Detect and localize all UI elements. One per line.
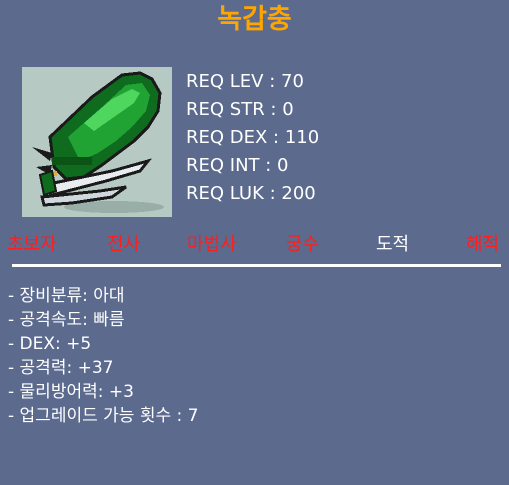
option-dex: - DEX: +5 (8, 334, 92, 354)
req-int: REQ INT : 0 (186, 155, 289, 176)
job-bowman: 궁수 (286, 234, 320, 255)
option-defense: - 물리방어력: +3 (8, 382, 134, 402)
job-pirate: 해적 (466, 234, 500, 255)
req-dex: REQ DEX : 110 (186, 127, 320, 148)
item-options: - 장비분류: 아대 - 공격속도: 빠름 - DEX: +5 - 공격력: +… (8, 284, 198, 428)
job-magician: 마법사 (187, 234, 237, 255)
job-beginner: 초보자 (7, 234, 57, 255)
job-thief: 도적 (376, 234, 410, 255)
divider (12, 264, 501, 267)
req-level: REQ LEV : 70 (186, 71, 304, 92)
option-attack-speed: - 공격속도: 빠름 (8, 310, 125, 330)
req-str: REQ STR : 0 (186, 99, 294, 120)
item-name: 녹갑충 (217, 4, 292, 35)
option-category: - 장비분류: 아대 (8, 286, 125, 306)
job-list: 초보자 전사 마법사 궁수 도적 해적 (0, 232, 509, 258)
option-attack: - 공격력: +37 (8, 358, 114, 378)
option-upgrade-slots: - 업그레이드 가능 횟수 : 7 (8, 406, 199, 426)
req-luk: REQ LUK : 200 (186, 183, 316, 204)
requirements-panel: REQ LEV : 70 REQ STR : 0 REQ DEX : 110 R… (186, 68, 319, 208)
green-beetle-claw-icon (22, 67, 172, 217)
job-warrior: 전사 (107, 234, 141, 255)
